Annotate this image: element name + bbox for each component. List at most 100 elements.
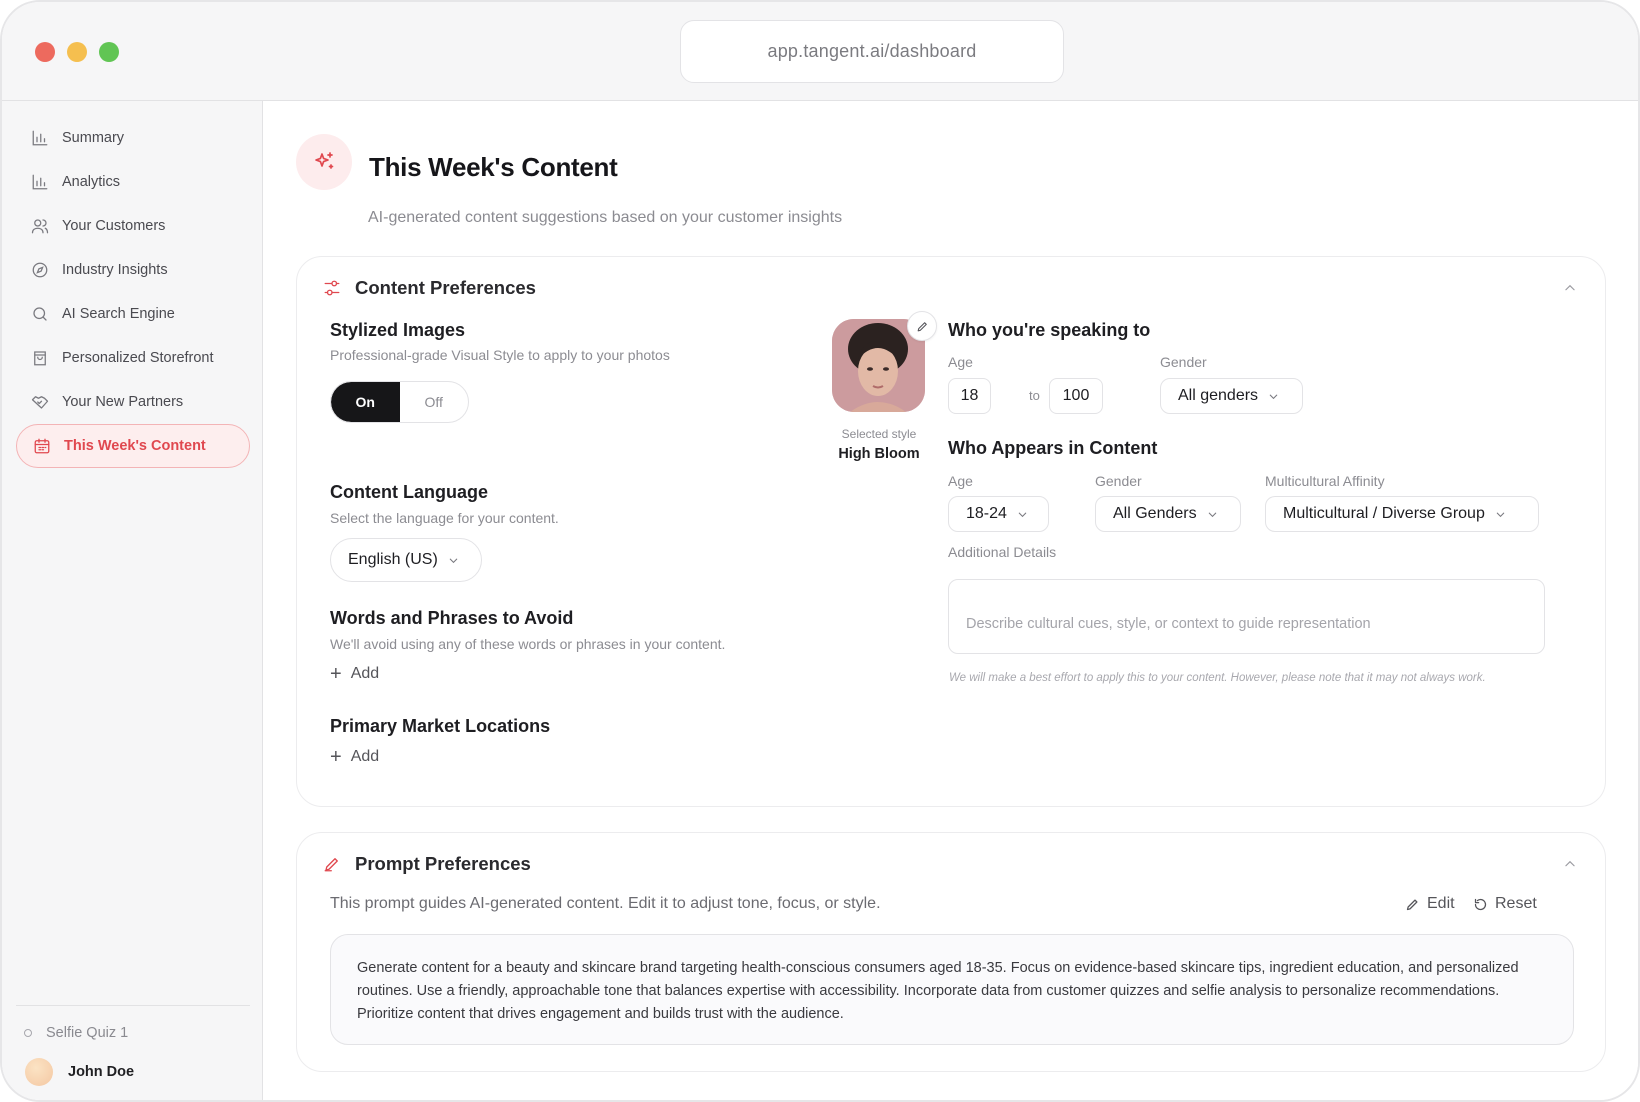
user-profile[interactable]: John Doe bbox=[25, 1058, 134, 1086]
additional-details-label: Additional Details bbox=[948, 544, 1057, 560]
best-effort-note: We will make a best effort to apply this… bbox=[949, 672, 1486, 684]
edit-style-button[interactable] bbox=[907, 311, 937, 341]
avatar bbox=[25, 1058, 53, 1086]
content-language-select[interactable]: English (US) bbox=[330, 538, 482, 582]
appears-in-age-select[interactable]: 18-24 bbox=[948, 496, 1049, 532]
appears-in-gender-value: All Genders bbox=[1113, 505, 1197, 522]
prompt-text[interactable]: Generate content for a beauty and skinca… bbox=[330, 934, 1574, 1045]
status-dot-icon bbox=[24, 1029, 32, 1037]
sparkles-icon bbox=[315, 152, 334, 169]
pencil-icon bbox=[917, 321, 927, 331]
appears-in-title: Who Appears in Content bbox=[948, 438, 1158, 458]
chevron-down-icon bbox=[1208, 512, 1216, 517]
calendar-icon bbox=[34, 438, 50, 454]
stylized-images-title: Stylized Images bbox=[330, 320, 466, 340]
close-window-button[interactable] bbox=[35, 42, 55, 62]
affinity-select[interactable]: Multicultural / Diverse Group bbox=[1265, 496, 1539, 532]
sidebar: Summary Analytics Your Customers Industr… bbox=[2, 101, 263, 1100]
selected-style-name: High Bloom bbox=[838, 446, 920, 462]
edit-prompt-button[interactable]: Edit bbox=[1405, 895, 1455, 913]
sidebar-item-label: This Week's Content bbox=[64, 438, 206, 454]
content-preferences-header[interactable]: Content Preferences bbox=[323, 277, 536, 299]
sidebar-item-industry-insights[interactable]: Industry Insights bbox=[16, 248, 250, 292]
sidebar-item-summary[interactable]: Summary bbox=[16, 116, 250, 160]
sidebar-item-label: Personalized Storefront bbox=[62, 350, 214, 366]
prompt-preferences-title: Prompt Preferences bbox=[355, 853, 531, 874]
words-to-avoid-title: Words and Phrases to Avoid bbox=[330, 608, 574, 628]
chevron-down-icon bbox=[1269, 394, 1278, 399]
reset-prompt-label: Reset bbox=[1495, 895, 1537, 912]
primary-markets-title: Primary Market Locations bbox=[330, 716, 551, 736]
prompt-preferences-card: Prompt Preferences This prompt guides AI… bbox=[296, 832, 1606, 1072]
collapse-chevron-icon[interactable] bbox=[1563, 857, 1577, 871]
stylized-images-toggle[interactable]: On Off bbox=[330, 381, 469, 423]
content-language-description: Select the language for your content. bbox=[330, 510, 559, 526]
sidebar-item-label: Your Customers bbox=[62, 218, 166, 234]
reset-prompt-button[interactable]: Reset bbox=[1473, 895, 1537, 913]
add-word-button[interactable]: + Add bbox=[330, 664, 379, 684]
additional-details-input[interactable]: Describe cultural cues, style, or contex… bbox=[948, 579, 1545, 654]
reset-icon bbox=[1474, 898, 1487, 910]
users-icon bbox=[31, 219, 49, 234]
handshake-icon bbox=[31, 396, 49, 409]
collapse-chevron-icon[interactable] bbox=[1563, 281, 1577, 295]
page-title: This Week's Content bbox=[369, 152, 618, 182]
content-preferences-card: Content Preferences Stylized Images Prof… bbox=[296, 256, 1606, 807]
age-range-separator: to bbox=[1029, 388, 1040, 403]
sidebar-item-your-customers[interactable]: Your Customers bbox=[16, 204, 250, 248]
prompt-preferences-header[interactable]: Prompt Preferences bbox=[323, 853, 531, 875]
appears-in-age-value: 18-24 bbox=[966, 505, 1007, 522]
toggle-off-option[interactable]: Off bbox=[400, 382, 469, 422]
maximize-window-button[interactable] bbox=[99, 42, 119, 62]
minimize-window-button[interactable] bbox=[67, 42, 87, 62]
words-to-avoid-description: We'll avoid using any of these words or … bbox=[330, 636, 726, 652]
selfie-quiz-item[interactable]: Selfie Quiz 1 bbox=[24, 1025, 128, 1041]
plus-icon: + bbox=[330, 746, 342, 768]
bag-icon bbox=[34, 351, 46, 366]
content-language-title: Content Language bbox=[330, 482, 488, 502]
speaking-to-gender-select[interactable]: All genders bbox=[1160, 378, 1303, 414]
selfie-quiz-label: Selfie Quiz 1 bbox=[46, 1025, 129, 1041]
sidebar-item-personalized-storefront[interactable]: Personalized Storefront bbox=[16, 336, 250, 380]
selected-style-caption: Selected style bbox=[841, 427, 917, 441]
plus-icon: + bbox=[330, 663, 342, 685]
add-market-button[interactable]: + Add bbox=[330, 747, 379, 767]
speaking-to-gender-value: All genders bbox=[1178, 387, 1259, 404]
prompt-intro: This prompt guides AI-generated content.… bbox=[330, 895, 881, 912]
appears-in-age-label: Age bbox=[948, 473, 973, 489]
sidebar-item-label: Summary bbox=[62, 130, 125, 146]
address-bar[interactable]: app.tangent.ai/dashboard bbox=[680, 20, 1064, 83]
age-max-input[interactable]: 100 bbox=[1049, 378, 1103, 414]
sidebar-item-ai-search-engine[interactable]: AI Search Engine bbox=[16, 292, 250, 336]
bar-chart-icon bbox=[32, 130, 48, 146]
content-language-value: English (US) bbox=[348, 551, 438, 568]
sidebar-divider bbox=[16, 1005, 250, 1006]
user-name: John Doe bbox=[68, 1064, 135, 1080]
chevron-down-icon bbox=[1018, 512, 1027, 517]
add-word-label: Add bbox=[350, 665, 380, 682]
chevron-down-icon bbox=[1496, 512, 1505, 517]
appears-in-gender-select[interactable]: All Genders bbox=[1095, 496, 1241, 532]
sidebar-item-label: Your New Partners bbox=[62, 394, 184, 410]
compass-icon bbox=[32, 262, 48, 278]
appears-in-gender-label: Gender bbox=[1095, 473, 1142, 489]
sidebar-item-your-new-partners[interactable]: Your New Partners bbox=[16, 380, 250, 424]
content-preferences-title: Content Preferences bbox=[355, 277, 536, 298]
browser-window: app.tangent.ai/dashboard Summary Analyti… bbox=[0, 0, 1640, 1102]
title-bar: app.tangent.ai/dashboard bbox=[2, 2, 1638, 101]
speaking-to-title: Who you're speaking to bbox=[948, 320, 1151, 340]
speaking-to-age-label: Age bbox=[948, 354, 973, 370]
main-content: This Week's Content AI-generated content… bbox=[264, 101, 1638, 1100]
stylized-images-description: Professional-grade Visual Style to apply… bbox=[330, 347, 670, 363]
age-min-input[interactable]: 18 bbox=[948, 378, 991, 414]
chevron-down-icon bbox=[449, 558, 458, 563]
toggle-on-option[interactable]: On bbox=[331, 382, 400, 422]
search-icon bbox=[33, 307, 47, 321]
sidebar-item-this-weeks-content[interactable]: This Week's Content bbox=[16, 424, 250, 468]
speaking-to-gender-label: Gender bbox=[1160, 354, 1207, 370]
sidebar-item-analytics[interactable]: Analytics bbox=[16, 160, 250, 204]
affinity-value: Multicultural / Diverse Group bbox=[1283, 505, 1485, 522]
page-subtitle: AI-generated content suggestions based o… bbox=[368, 209, 843, 226]
page-icon bbox=[296, 134, 352, 190]
pencil-icon bbox=[324, 858, 338, 872]
